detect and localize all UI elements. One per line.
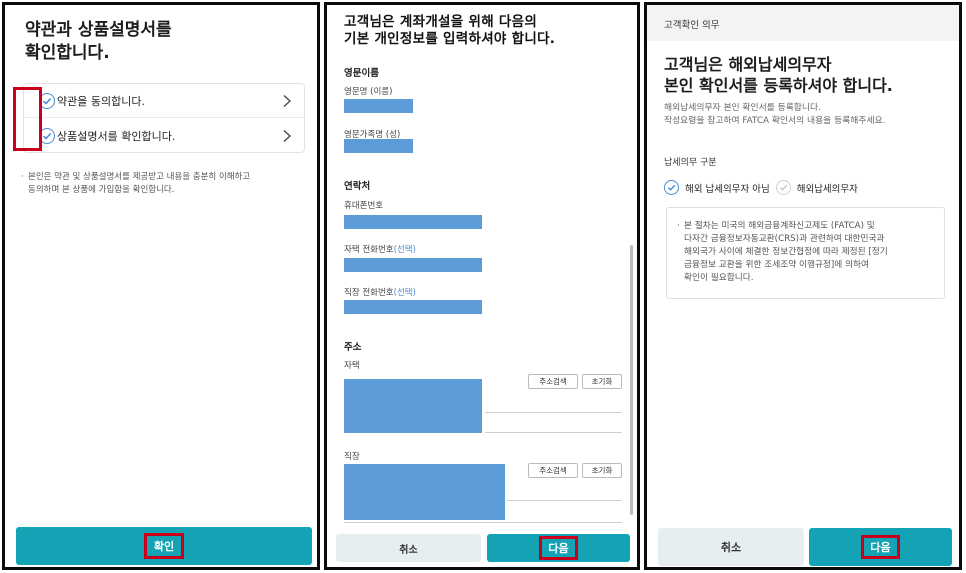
divider [485,412,622,413]
work-address-label: 직장 [344,452,360,462]
work-address-search-button[interactable]: 주소검색 [528,463,578,478]
divider [344,522,622,523]
fatca-panel: 고객확인 의무 고객님은 해외납세의무자 본인 확인서를 등록하셔야 합니다. … [644,2,962,570]
section-address: 주소 [344,342,362,353]
last-name-input[interactable] [344,139,413,153]
work-address-reset-button[interactable]: 초기화 [582,463,622,478]
page-description: 해외납세의무자 본인 확인서를 등록합니다. 작성요령을 참고하여 FATCA … [664,102,885,128]
section-contact: 연락처 [344,181,371,192]
chevron-right-icon[interactable] [280,129,294,143]
option-not-taxpayer[interactable]: 해외 납세의무자 아님 [685,181,770,195]
confirm-button[interactable]: 확인 [16,527,312,565]
page-title-line1: 약관과 상품설명서를 [25,20,172,40]
info-line3: 해외국가 사이에 체결한 정보간협정에 따라 제정된 [정기 [684,247,888,257]
page-title-line1: 고객님은 해외납세의무자 [664,55,832,74]
page-title: 고객님은 계좌개설을 위해 다음의 기본 개인정보를 입력하셔야 합니다. [344,14,555,48]
page-title-line2: 기본 개인정보를 입력하셔야 합니다. [344,31,556,47]
first-name-label: 영문명 (이름) [344,87,393,97]
option-taxpayer[interactable]: 해외납세의무자 [797,181,858,195]
work-phone-label-text: 직장 전화번호 [344,288,394,298]
top-bar: 고객확인 의무 [647,5,959,41]
home-address-input[interactable] [344,379,482,433]
page-title: 약관과 상품설명서를 확인합니다. [25,19,172,65]
cancel-button[interactable]: 취소 [336,534,481,562]
check-circle-icon[interactable] [775,180,791,195]
optional-tag: (선택) [393,245,416,255]
consent-note-line2: 동의하며 본 상품에 가입함을 확인합니다. [28,185,175,195]
info-line5: 확인이 필요합니다. [684,273,754,283]
work-phone-label: 직장 전화번호(선택) [344,286,416,298]
page-title-line2: 본인 확인서를 등록하셔야 합니다. [664,76,893,95]
terms-panel: 약관과 상품설명서를 확인합니다. 약관을 동의합니다. 상품설명서를 확인합니… [2,2,320,570]
personal-info-panel: 고객님은 계좌개설을 위해 다음의 기본 개인정보를 입력하셔야 합니다. 영문… [324,2,640,570]
agree-product-label: 상품설명서를 확인합니다. [57,130,176,143]
info-line2: 다자간 금융정보자동교환(CRS)과 관련하여 대한민국과 [684,234,885,244]
tax-category-label: 납세의무 구분 [664,158,717,168]
top-bar-title: 고객확인 의무 [664,20,720,31]
first-name-input[interactable] [344,99,413,113]
divider [507,500,622,501]
cancel-button[interactable]: 취소 [658,528,804,566]
next-button-label: 다음 [861,535,900,559]
description-line2: 작성요령을 참고하여 FATCA 확인서의 내용을 등록해주세요. [664,116,886,126]
work-phone-input[interactable] [344,300,482,314]
info-line4: 금융정보 교환을 위한 조세조약 이행규정]에 의하여 [684,260,870,270]
next-button[interactable]: 다음 [487,534,630,562]
check-circle-icon[interactable] [664,180,679,195]
tax-category-options: 해외 납세의무자 아님 해외납세의무자 [664,180,858,195]
page-title-line1: 고객님은 계좌개설을 위해 다음의 [344,14,538,30]
agreement-card: 약관을 동의합니다. 상품설명서를 확인합니다. [23,83,305,153]
next-button[interactable]: 다음 [809,528,952,566]
page-title-line2: 확인합니다. [25,43,110,63]
highlight-box [13,87,42,151]
home-phone-label: 자택 전화번호(선택) [344,243,416,255]
home-address-search-button[interactable]: 주소검색 [528,374,578,389]
info-box: · 본 절차는 미국의 해외금융계좌신고제도 (FATCA) 및 다자간 금융정보… [666,207,945,299]
divider [485,432,622,433]
next-button-label: 다음 [539,536,578,560]
scrollbar[interactable] [630,245,633,515]
section-english-name: 영문이름 [344,68,379,79]
confirm-button-label: 확인 [143,533,185,559]
optional-tag: (선택) [393,288,416,298]
home-phone-label-text: 자택 전화번호 [344,245,394,255]
mobile-label: 휴대폰번호 [344,201,384,211]
agree-terms-row[interactable]: 약관을 동의합니다. [24,84,304,118]
home-phone-input[interactable] [344,258,482,272]
agree-product-row[interactable]: 상품설명서를 확인합니다. [24,119,304,153]
page-title: 고객님은 해외납세의무자 본인 확인서를 등록하셔야 합니다. [664,54,893,96]
description-line1: 해외납세의무자 본인 확인서를 등록합니다. [664,103,821,113]
chevron-right-icon[interactable] [280,94,294,108]
consent-note: · 본인은 약관 및 상품설명서를 제공받고 내용을 충분히 이해하고 동의하며 … [21,171,311,197]
home-address-label: 자택 [344,361,360,371]
info-line1: 본 절차는 미국의 해외금융계좌신고제도 (FATCA) 및 [684,221,875,231]
work-address-input[interactable] [344,464,505,520]
home-address-reset-button[interactable]: 초기화 [582,374,622,389]
mobile-input[interactable] [344,215,482,229]
consent-note-line1: 본인은 약관 및 상품설명서를 제공받고 내용을 충분히 이해하고 [28,172,251,182]
info-text: · 본 절차는 미국의 해외금융계좌신고제도 (FATCA) 및 다자간 금융정보… [677,220,939,285]
agree-terms-label: 약관을 동의합니다. [57,94,145,108]
